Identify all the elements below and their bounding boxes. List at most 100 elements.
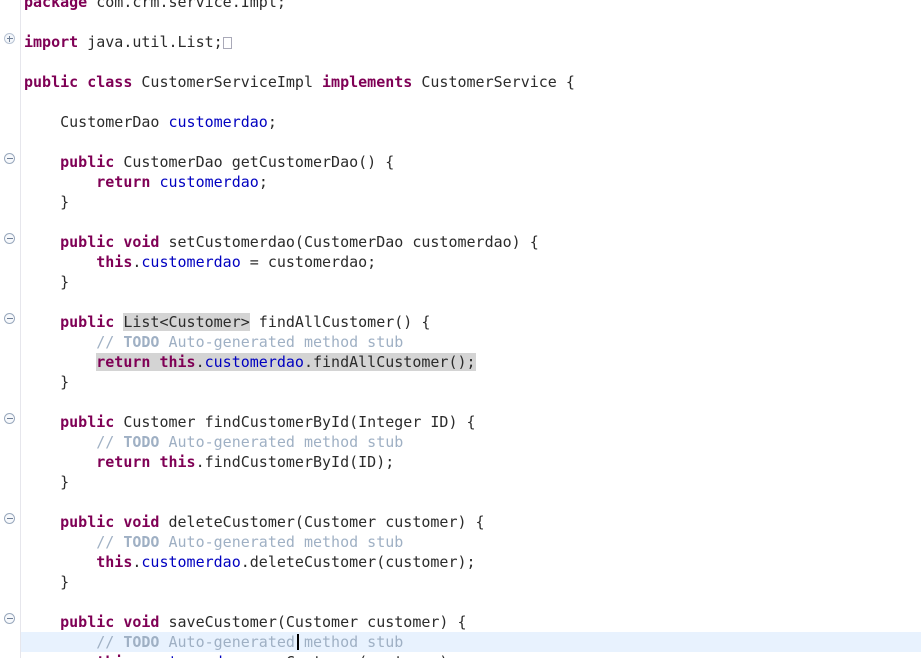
- fold-minus-bar: [6, 418, 13, 419]
- code-token: .: [195, 353, 205, 371]
- code-line[interactable]: }: [0, 372, 921, 392]
- fold-minus-bar: [6, 238, 13, 239]
- code-line-current[interactable]: // TODO Auto-generated method stub: [0, 632, 921, 652]
- code-line-text: public CustomerDao getCustomerDao() {: [0, 152, 394, 172]
- code-line[interactable]: return this.customerdao.findAllCustomer(…: [0, 352, 921, 372]
- code-line-text: // TODO Auto-generated method stub: [0, 632, 403, 652]
- code-line[interactable]: // TODO Auto-generated method stub: [0, 532, 921, 552]
- code-line-text: CustomerDao customerdao;: [0, 112, 277, 132]
- code-token: TODO: [123, 533, 160, 551]
- code-line[interactable]: [0, 132, 921, 152]
- code-line[interactable]: return customerdao;: [0, 172, 921, 192]
- code-line[interactable]: this.customerdao = customerdao;: [0, 252, 921, 272]
- collapsed-import-box-icon[interactable]: [222, 37, 232, 49]
- code-line-text: import java.util.List;: [0, 32, 232, 52]
- code-line[interactable]: public CustomerDao getCustomerDao() {: [0, 152, 921, 172]
- code-line[interactable]: [0, 92, 921, 112]
- code-line-text: this.customerdao.deleteCustomer(customer…: [0, 552, 476, 572]
- code-token: Auto-generated method stub: [159, 333, 404, 351]
- fold-minus-bar: [6, 318, 13, 319]
- code-line[interactable]: }: [0, 272, 921, 292]
- code-line[interactable]: }: [0, 572, 921, 592]
- code-line-text: return customerdao;: [0, 172, 268, 192]
- code-token: setCustomerdao(CustomerDao customerdao) …: [159, 233, 539, 251]
- code-line[interactable]: public List<Customer> findAllCustomer() …: [0, 312, 921, 332]
- code-token: }: [24, 473, 70, 491]
- code-token: com.crm.service.Impl;: [87, 0, 286, 11]
- code-line[interactable]: public Customer findCustomerById(Integer…: [0, 412, 921, 432]
- code-line-text: // TODO Auto-generated method stub: [0, 332, 403, 352]
- code-text-area[interactable]: package com.crm.service.Impl; import java…: [0, 0, 921, 658]
- code-line[interactable]: return this.findCustomerById(ID);: [0, 452, 921, 472]
- code-token: customerdao: [159, 173, 259, 191]
- code-line[interactable]: [0, 392, 921, 412]
- collapse-fold-icon[interactable]: [4, 233, 17, 246]
- collapse-fold-icon[interactable]: [4, 413, 17, 426]
- code-token: ;: [258, 173, 268, 191]
- code-line-text: return this.customerdao.findAllCustomer(…: [0, 352, 476, 372]
- code-line[interactable]: CustomerDao customerdao;: [0, 112, 921, 132]
- code-line[interactable]: public void setCustomerdao(CustomerDao c…: [0, 232, 921, 252]
- code-line-text: package com.crm.service.Impl;: [0, 0, 286, 12]
- collapse-fold-icon[interactable]: [4, 513, 17, 526]
- collapse-fold-icon[interactable]: [4, 613, 17, 626]
- code-token: public: [60, 313, 115, 331]
- code-token: public void: [60, 233, 160, 251]
- code-token: CustomerDao getCustomerDao() {: [114, 153, 395, 171]
- code-line[interactable]: public class CustomerServiceImpl impleme…: [0, 72, 921, 92]
- code-line[interactable]: [0, 212, 921, 232]
- code-line[interactable]: [0, 12, 921, 32]
- collapse-fold-icon[interactable]: [4, 313, 17, 326]
- code-line-text: public List<Customer> findAllCustomer() …: [0, 312, 430, 332]
- code-line[interactable]: public void deleteCustomer(Customer cust…: [0, 512, 921, 532]
- code-token: deleteCustomer(Customer customer) {: [159, 513, 485, 531]
- code-line-text: return this.findCustomerById(ID);: [0, 452, 394, 472]
- code-line[interactable]: public void saveCustomer(Customer custom…: [0, 612, 921, 632]
- code-token: .deleteCustomer(customer);: [240, 553, 476, 571]
- code-line-text: public void setCustomerdao(CustomerDao c…: [0, 232, 539, 252]
- code-token: //: [96, 533, 124, 551]
- code-line[interactable]: [0, 492, 921, 512]
- code-line[interactable]: [0, 292, 921, 312]
- folding-gutter[interactable]: [0, 0, 21, 658]
- fold-minus-bar: [6, 518, 13, 519]
- code-token: this: [159, 353, 196, 371]
- code-line[interactable]: this.customerdao.saveCustomer(customer);: [0, 652, 921, 658]
- code-line[interactable]: // TODO Auto-generated method stub: [0, 332, 921, 352]
- code-token: .saveCustomer(customer);: [241, 653, 458, 658]
- code-token: Customer findCustomerById(Integer ID) {: [114, 413, 476, 431]
- code-line[interactable]: }: [0, 472, 921, 492]
- code-token: }: [24, 373, 70, 391]
- code-token: customerdao: [141, 253, 241, 271]
- code-token: .findCustomerById(ID);: [195, 453, 395, 471]
- code-token: return: [96, 173, 151, 191]
- code-line[interactable]: this.customerdao.deleteCustomer(customer…: [0, 552, 921, 572]
- code-token: public: [60, 153, 115, 171]
- code-line[interactable]: import java.util.List;: [0, 32, 921, 52]
- code-token: public void: [60, 513, 160, 531]
- code-token: import: [24, 33, 79, 51]
- code-line-text: public void deleteCustomer(Customer cust…: [0, 512, 485, 532]
- code-line[interactable]: [0, 52, 921, 72]
- java-code-editor[interactable]: package com.crm.service.Impl; import java…: [0, 0, 921, 658]
- code-line[interactable]: }: [0, 192, 921, 212]
- code-token: this: [96, 553, 133, 571]
- text-caret: [297, 634, 299, 650]
- code-token: public class: [24, 73, 133, 91]
- code-token: return: [96, 453, 151, 471]
- collapse-fold-icon[interactable]: [4, 153, 17, 166]
- expand-fold-icon[interactable]: [4, 33, 17, 46]
- code-token: .findAllCustomer();: [303, 353, 476, 371]
- code-token: //: [96, 633, 124, 651]
- code-line[interactable]: // TODO Auto-generated method stub: [0, 432, 921, 452]
- code-line[interactable]: [0, 592, 921, 612]
- code-line[interactable]: package com.crm.service.Impl;: [0, 0, 921, 12]
- code-token: TODO: [123, 633, 160, 651]
